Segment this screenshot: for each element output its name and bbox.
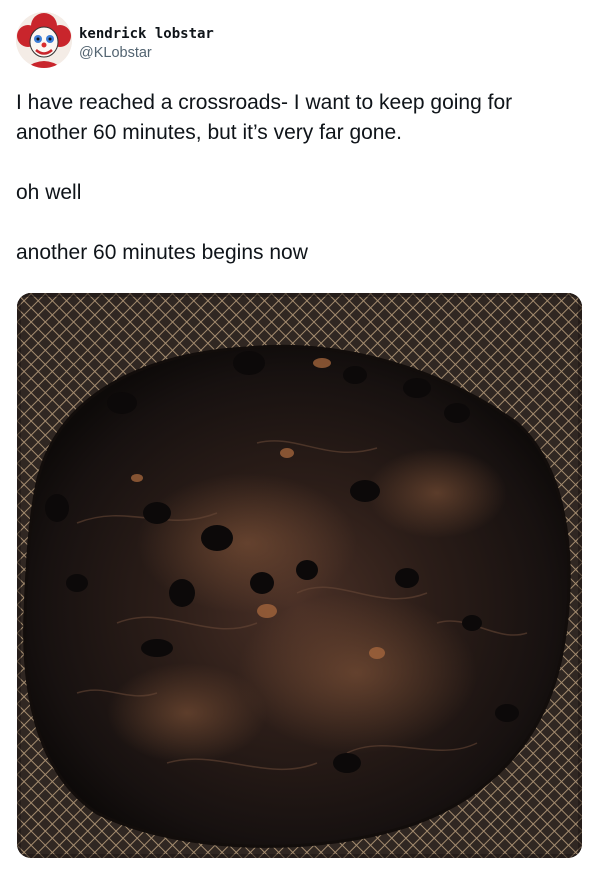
author-names: kendrick lobstar @KLobstar xyxy=(79,26,214,62)
burnt-food-photo xyxy=(17,293,582,858)
tweet-text-line: I have reached a crossroads- I want to k… xyxy=(16,91,513,144)
author-handle[interactable]: @KLobstar xyxy=(79,44,214,62)
tweet-text-line: another 60 minutes begins now xyxy=(16,241,308,264)
author-display-name[interactable]: kendrick lobstar xyxy=(79,26,214,43)
tweet-text-line: oh well xyxy=(16,181,82,204)
avatar[interactable] xyxy=(16,12,72,68)
clown-avatar-icon xyxy=(16,12,72,68)
tweet-text: I have reached a crossroads- I want to k… xyxy=(16,88,586,268)
tweet-photo[interactable] xyxy=(17,293,582,858)
tweet-header: kendrick lobstar @KLobstar xyxy=(16,12,576,72)
